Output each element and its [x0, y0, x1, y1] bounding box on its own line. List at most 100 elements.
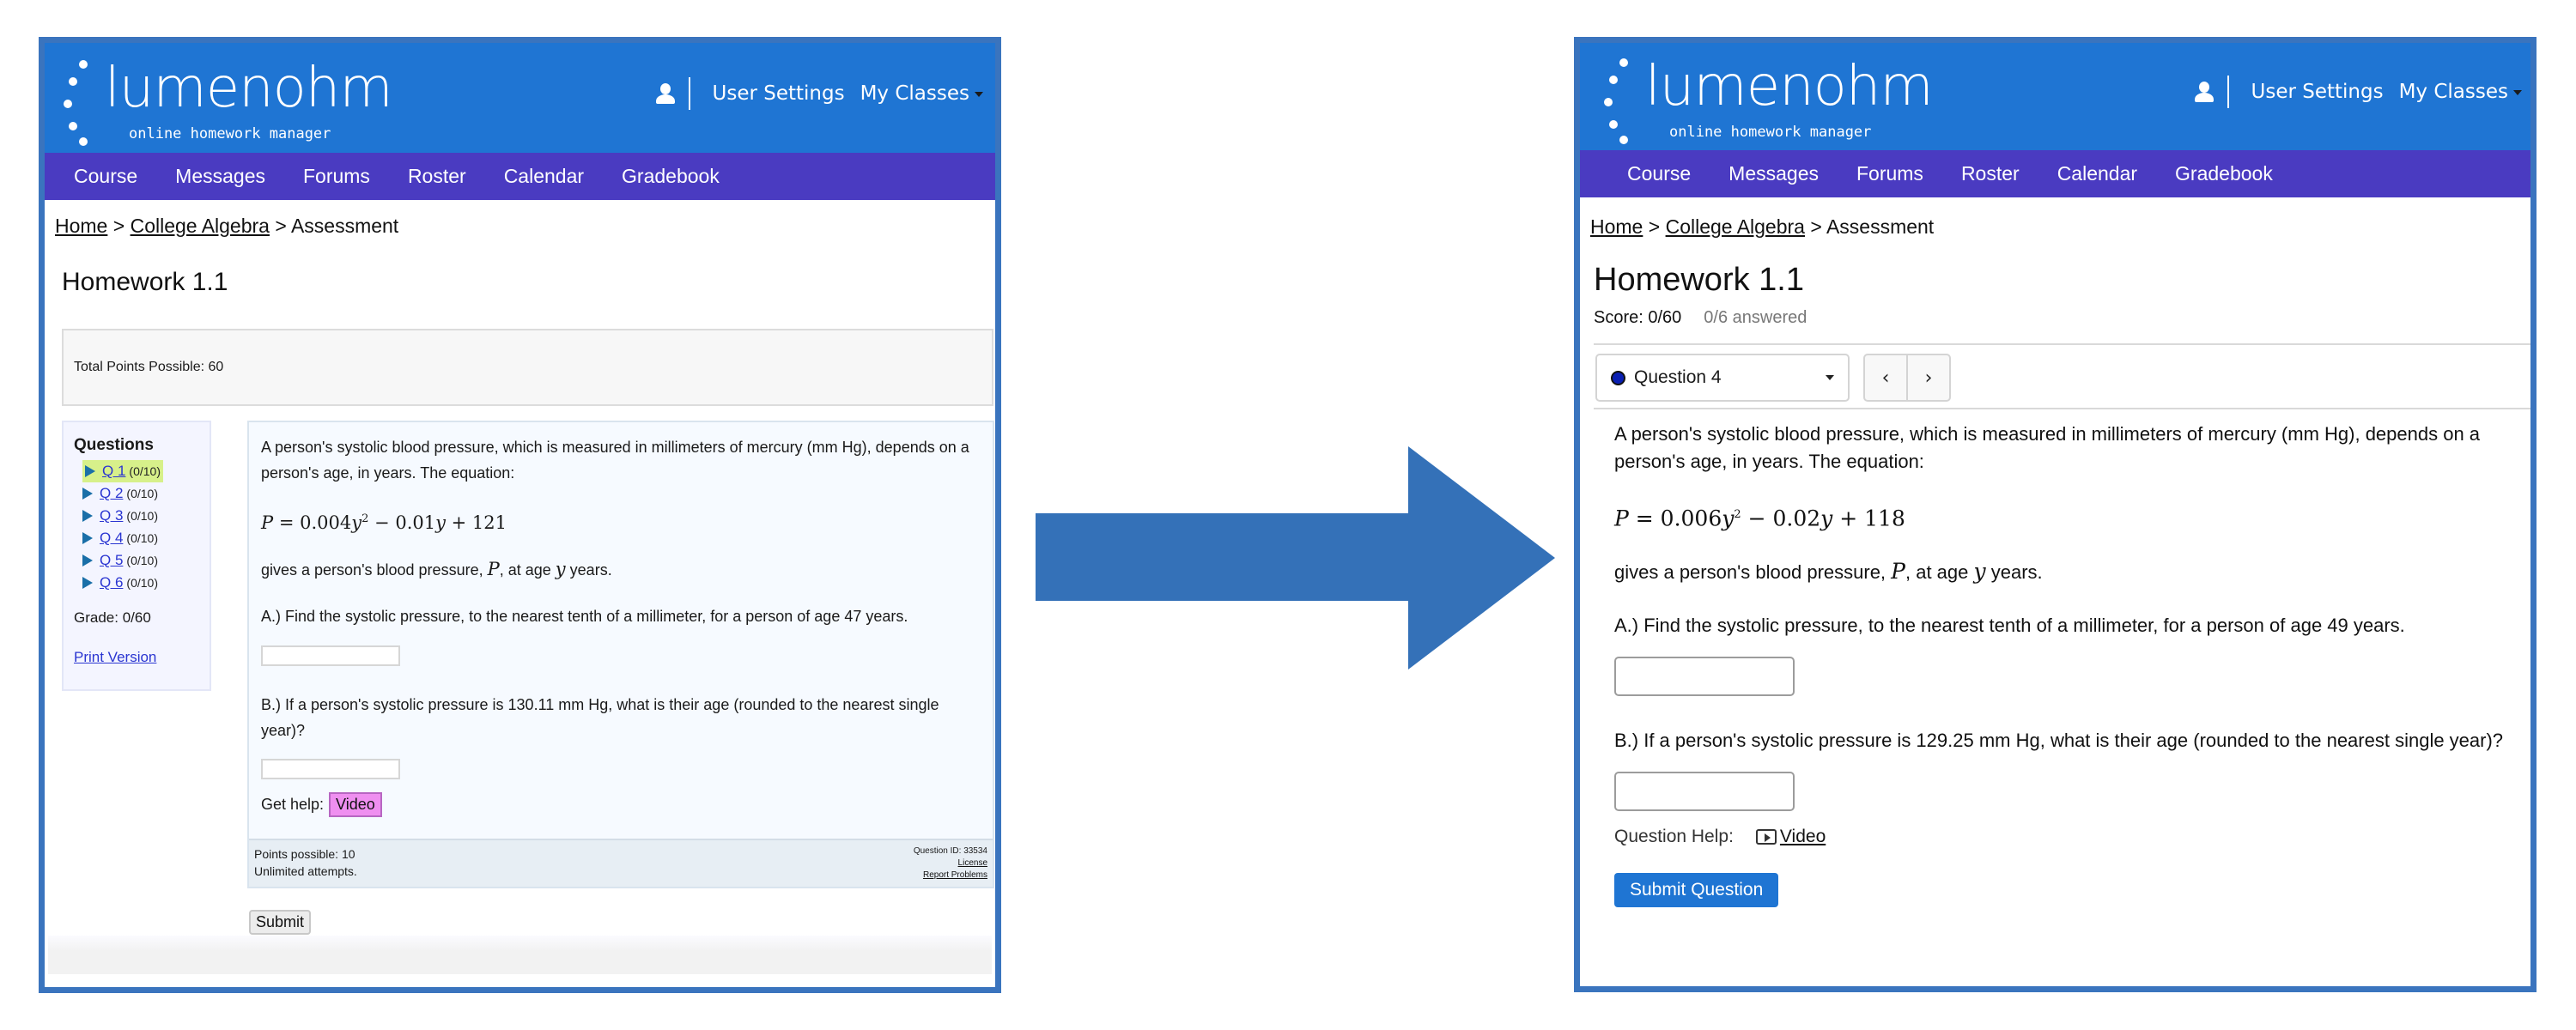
question-list-item[interactable]: Q 2 (0/10)	[82, 482, 199, 505]
lumen-ohm-logo[interactable]: lumenohm online homework manager	[1604, 53, 1934, 148]
logo-tagline: online homework manager	[1669, 124, 1872, 141]
question-status-dot-icon	[1611, 370, 1625, 385]
equation-description: gives a person's blood pressure, P, at a…	[1614, 559, 2043, 585]
nav-gradebook[interactable]: Gradebook	[2175, 162, 2273, 185]
points-possible: Points possible: 10	[254, 847, 355, 861]
my-classes-dropdown[interactable]: My Classes	[860, 82, 983, 105]
help-row: Get help: Video	[261, 791, 981, 817]
breadcrumb-course[interactable]: College Algebra	[1666, 215, 1805, 238]
question-footer: Points possible: 10 Unlimited attempts. …	[249, 839, 993, 887]
previous-question-button[interactable]: ‹	[1865, 355, 1906, 400]
main-nav: Course Messages Forums Roster Calendar G…	[1580, 150, 2530, 197]
breadcrumb: Home > College Algebra > Assessment	[55, 215, 399, 237]
site-header: lumenohm online homework manager User Se…	[1580, 43, 2530, 150]
nav-roster[interactable]: Roster	[408, 165, 466, 188]
nav-calendar[interactable]: Calendar	[504, 165, 584, 188]
report-problems-link[interactable]: Report Problems	[914, 869, 987, 882]
old-interface-screenshot: lumenohm online homework manager User Se…	[39, 37, 1001, 993]
my-classes-dropdown[interactable]: My Classes	[2399, 81, 2522, 103]
chevron-down-icon	[2513, 89, 2522, 95]
main-nav: Course Messages Forums Roster Calendar G…	[45, 153, 995, 200]
page-bottom-band	[48, 936, 992, 974]
nav-roster[interactable]: Roster	[1961, 162, 2020, 185]
question-link[interactable]: Q 2	[100, 482, 123, 505]
score-summary: Score: 0/60 0/6 answered	[1594, 308, 1807, 328]
breadcrumb-home[interactable]: Home	[1590, 215, 1643, 238]
questions-sidebar: Questions Q 1 (0/10) Q 2 (0/10) Q 3 (0/10) …	[62, 421, 211, 691]
question-intro: A person's systolic blood pressure, whic…	[1614, 423, 2481, 472]
nav-messages[interactable]: Messages	[175, 165, 265, 188]
sidebar-heading: Questions	[74, 436, 154, 454]
user-icon[interactable]	[2194, 82, 2214, 102]
question-panel: A person's systolic blood pressure, whic…	[1614, 421, 2516, 908]
page-title: Homework 1.1	[1594, 262, 1804, 298]
equation-description: gives a person's blood pressure, P, at a…	[261, 559, 612, 579]
nav-forums[interactable]: Forums	[303, 165, 370, 188]
nav-calendar[interactable]: Calendar	[2057, 162, 2137, 185]
question-link[interactable]: Q 6	[100, 572, 123, 594]
play-triangle-icon	[82, 577, 93, 589]
play-triangle-icon	[82, 488, 93, 500]
question-link[interactable]: Q 3	[100, 505, 123, 527]
question-panel: A person's systolic blood pressure, whic…	[247, 421, 994, 888]
question-id: Question ID: 33534	[913, 846, 987, 856]
nav-gradebook[interactable]: Gradebook	[622, 165, 720, 188]
question-help-row: Question Help: Video	[1614, 823, 2516, 851]
arrow-shape	[1036, 446, 1555, 670]
license-link[interactable]: License	[914, 857, 987, 869]
part-a-prompt: A.) Find the systolic pressure, to the n…	[261, 608, 908, 625]
video-help-link[interactable]: Video	[1755, 823, 1826, 851]
nav-course[interactable]: Course	[1627, 162, 1691, 185]
part-a-answer-input[interactable]	[261, 645, 400, 666]
new-interface-screenshot: lumenohm online homework manager User Se…	[1574, 37, 2537, 992]
part-b-prompt: B.) If a person's systolic pressure is 1…	[261, 695, 939, 739]
part-a-prompt: A.) Find the systolic pressure, to the n…	[1614, 615, 2405, 637]
play-triangle-icon	[85, 465, 95, 477]
transition-arrow-icon	[1036, 446, 1555, 670]
question-link[interactable]: Q 5	[100, 549, 123, 572]
breadcrumb: Home > College Algebra > Assessment	[1590, 215, 1935, 238]
equation: P = 0.004y2 − 0.01y + 121	[261, 512, 507, 533]
grade-text: Grade: 0/60	[74, 609, 151, 626]
chevron-down-icon	[975, 91, 983, 97]
user-settings-link[interactable]: User Settings	[713, 82, 845, 105]
submit-question-button[interactable]: Submit Question	[1614, 873, 1779, 908]
part-b-answer-input[interactable]	[1614, 772, 1795, 812]
question-link[interactable]: Q 1	[102, 460, 125, 482]
submit-button[interactable]: Submit	[249, 910, 312, 935]
lumen-ohm-logo[interactable]: lumenohm online homework manager	[64, 55, 393, 149]
question-list-item[interactable]: Q 4 (0/10)	[82, 527, 199, 549]
breadcrumb-home[interactable]: Home	[55, 215, 107, 237]
nav-forums[interactable]: Forums	[1856, 162, 1923, 185]
part-b-prompt: B.) If a person's systolic pressure is 1…	[1614, 730, 2504, 752]
video-help-button[interactable]: Video	[329, 791, 382, 817]
breadcrumb-current: Assessment	[1826, 215, 1935, 238]
user-settings-link[interactable]: User Settings	[2251, 81, 2384, 103]
breadcrumb-course[interactable]: College Algebra	[131, 215, 270, 237]
part-b-answer-input[interactable]	[261, 759, 400, 779]
user-menu: User Settings My Classes	[2194, 76, 2522, 108]
logo-wordmark: lumenohm	[1645, 55, 1934, 118]
attempts-info: Unlimited attempts.	[254, 864, 357, 878]
question-list-item[interactable]: Q 5 (0/10)	[82, 549, 199, 572]
video-icon	[1755, 829, 1777, 845]
logo-tagline: online homework manager	[129, 125, 331, 142]
print-version-link[interactable]: Print Version	[74, 649, 199, 666]
nav-messages[interactable]: Messages	[1728, 162, 1819, 185]
question-link[interactable]: Q 4	[100, 527, 123, 549]
user-menu: User Settings My Classes	[655, 77, 983, 110]
play-triangle-icon	[82, 510, 93, 522]
question-list: Q 1 (0/10) Q 2 (0/10) Q 3 (0/10) Q 4 (0/10) …	[82, 460, 199, 594]
question-list-item[interactable]: Q 3 (0/10)	[82, 505, 199, 527]
part-a-answer-input[interactable]	[1614, 657, 1795, 697]
question-list-item[interactable]: Q 1 (0/10)	[82, 460, 199, 482]
question-pager: ‹ ›	[1863, 354, 1951, 402]
next-question-button[interactable]: ›	[1906, 355, 1949, 400]
page-title: Homework 1.1	[62, 268, 228, 296]
question-list-item[interactable]: Q 6 (0/10)	[82, 572, 199, 594]
breadcrumb-current: Assessment	[290, 215, 399, 237]
question-select-dropdown[interactable]: Question 4	[1595, 354, 1850, 402]
divider	[1594, 343, 2530, 345]
user-icon[interactable]	[655, 83, 675, 104]
nav-course[interactable]: Course	[74, 165, 137, 188]
